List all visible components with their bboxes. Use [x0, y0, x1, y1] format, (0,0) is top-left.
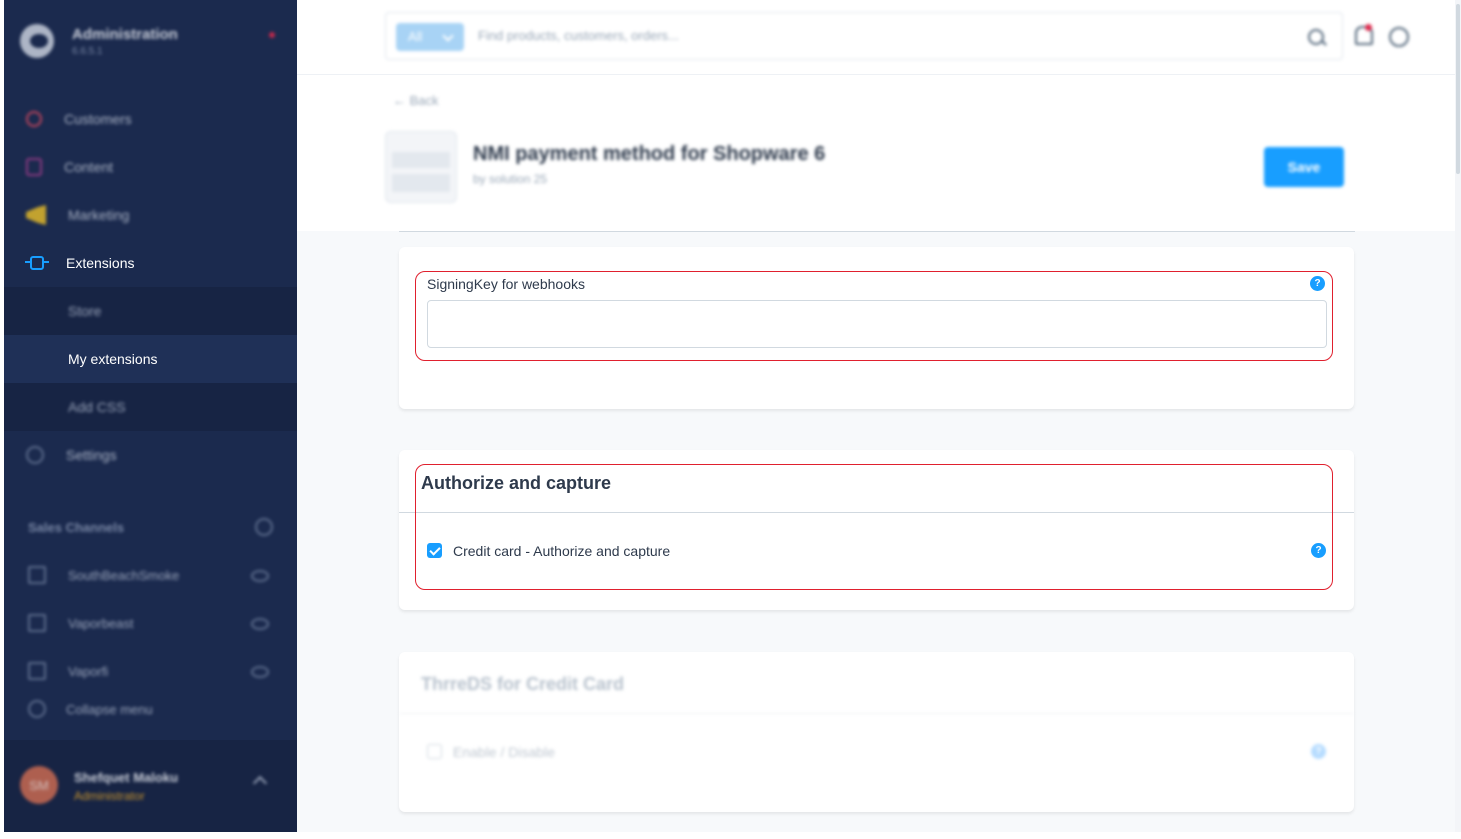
sidebar-item-label: Marketing [68, 207, 130, 223]
sidebar-item-label: Customers [64, 111, 132, 127]
settings-icon [26, 446, 44, 464]
threeds-enable-checkbox[interactable] [427, 744, 442, 759]
extension-vendor: by solution 25 [473, 172, 548, 186]
header-divider [399, 231, 1355, 232]
card-divider [399, 713, 1354, 714]
eye-icon[interactable] [251, 666, 269, 678]
help-icon[interactable]: ? [1311, 744, 1326, 759]
signing-key-card: SigningKey for webhooks ? [399, 247, 1354, 409]
sidebar-subitem-add-css[interactable]: Add CSS [4, 383, 297, 431]
sidebar-subitem-store[interactable]: Store [4, 287, 297, 335]
sidebar-item-label: Extensions [66, 255, 135, 271]
sidebar-subitem-label: Add CSS [68, 399, 126, 415]
shopware-logo-icon [20, 24, 54, 58]
sidebar: Administration 6.6.5.1 Customers Content… [4, 0, 297, 832]
global-search: All Find products, customers, orders... [385, 12, 1343, 60]
collapse-icon [28, 700, 46, 718]
sales-channel-label: SouthBeachSmoke [68, 567, 180, 583]
sidebar-subitem-my-extensions[interactable]: My extensions [4, 335, 297, 383]
user-role: Administrator [74, 789, 145, 803]
notification-badge [1365, 24, 1372, 31]
collapse-menu-button[interactable]: Collapse menu [28, 700, 153, 718]
search-type-select[interactable]: All [396, 23, 464, 51]
sidebar-item-label: Settings [66, 447, 117, 463]
credit-card-authorize-checkbox[interactable] [427, 543, 442, 558]
page-scrollbar[interactable] [1455, 0, 1461, 832]
sales-channel-item[interactable]: Vaporbeast [4, 599, 297, 647]
storefront-icon [28, 614, 46, 632]
search-input[interactable]: Find products, customers, orders... [478, 28, 679, 43]
sales-channel-item[interactable]: Vaporfi [4, 647, 297, 695]
sidebar-item-customers[interactable]: Customers [4, 95, 297, 143]
sidebar-item-settings[interactable]: Settings [4, 431, 297, 479]
sales-channel-label: Vaporfi [68, 663, 109, 679]
add-sales-channel-icon[interactable] [255, 518, 273, 536]
help-icon[interactable]: ? [1310, 276, 1325, 291]
extension-thumbnail [385, 131, 457, 203]
authorize-capture-card: Authorize and capture Credit card - Auth… [399, 450, 1354, 610]
credit-card-authorize-label: Credit card - Authorize and capture [453, 543, 671, 559]
card-divider [399, 512, 1354, 513]
help-icon[interactable]: ? [1311, 543, 1326, 558]
signing-key-label: SigningKey for webhooks [427, 276, 585, 292]
top-bar: All Find products, customers, orders... [297, 0, 1455, 75]
sidebar-subitem-label: Store [68, 303, 102, 319]
extensions-icon [25, 256, 49, 270]
threeds-enable-label: Enable / Disable [453, 744, 555, 760]
brand-version: 6.6.5.1 [72, 46, 103, 57]
search-type-value: All [408, 29, 423, 44]
card-title: ThrreDS for Credit Card [421, 674, 625, 694]
sidebar-item-label: Content [64, 159, 114, 175]
sidebar-item-marketing[interactable]: Marketing [4, 191, 297, 239]
chevron-up-icon [252, 775, 268, 791]
marketing-icon [26, 205, 46, 225]
storefront-icon [28, 566, 46, 584]
scrollbar-thumb[interactable] [1456, 4, 1460, 174]
threeds-card: ThrreDS for Credit Card Enable / Disable… [399, 652, 1354, 812]
customers-icon [26, 111, 42, 127]
status-dot-icon [269, 32, 275, 38]
user-menu[interactable]: SM Shefquet Maloku Administrator [4, 740, 297, 832]
content-icon [26, 158, 42, 176]
sales-channels-title: Sales Channels [28, 520, 125, 535]
help-icon[interactable] [1389, 27, 1409, 47]
avatar: SM [20, 766, 58, 804]
collapse-menu-label: Collapse menu [66, 701, 153, 717]
sales-channel-item[interactable]: SouthBeachSmoke [4, 551, 297, 599]
eye-icon[interactable] [251, 570, 269, 582]
brand: Administration 6.6.5.1 [20, 22, 285, 62]
signing-key-input[interactable] [427, 300, 1327, 348]
extension-header: ← Back NMI payment method for Shopware 6… [297, 75, 1455, 231]
eye-icon[interactable] [251, 618, 269, 630]
save-button[interactable]: Save [1264, 147, 1344, 187]
sidebar-item-extensions[interactable]: Extensions [4, 239, 297, 287]
back-link[interactable]: ← Back [393, 93, 439, 108]
sales-channel-label: Vaporbeast [68, 615, 134, 631]
back-label: Back [409, 93, 439, 108]
page-title: NMI payment method for Shopware 6 [473, 143, 826, 165]
storefront-icon [28, 662, 46, 680]
chevron-down-icon [442, 30, 454, 42]
brand-title: Administration [72, 26, 178, 43]
sales-channels-heading: Sales Channels [28, 518, 273, 536]
user-name: Shefquet Maloku [74, 770, 179, 785]
sidebar-item-content[interactable]: Content [4, 143, 297, 191]
main-content: All Find products, customers, orders... … [297, 0, 1455, 832]
search-icon[interactable] [1308, 29, 1324, 45]
sidebar-subitem-label: My extensions [68, 351, 158, 367]
card-title: Authorize and capture [421, 473, 612, 493]
